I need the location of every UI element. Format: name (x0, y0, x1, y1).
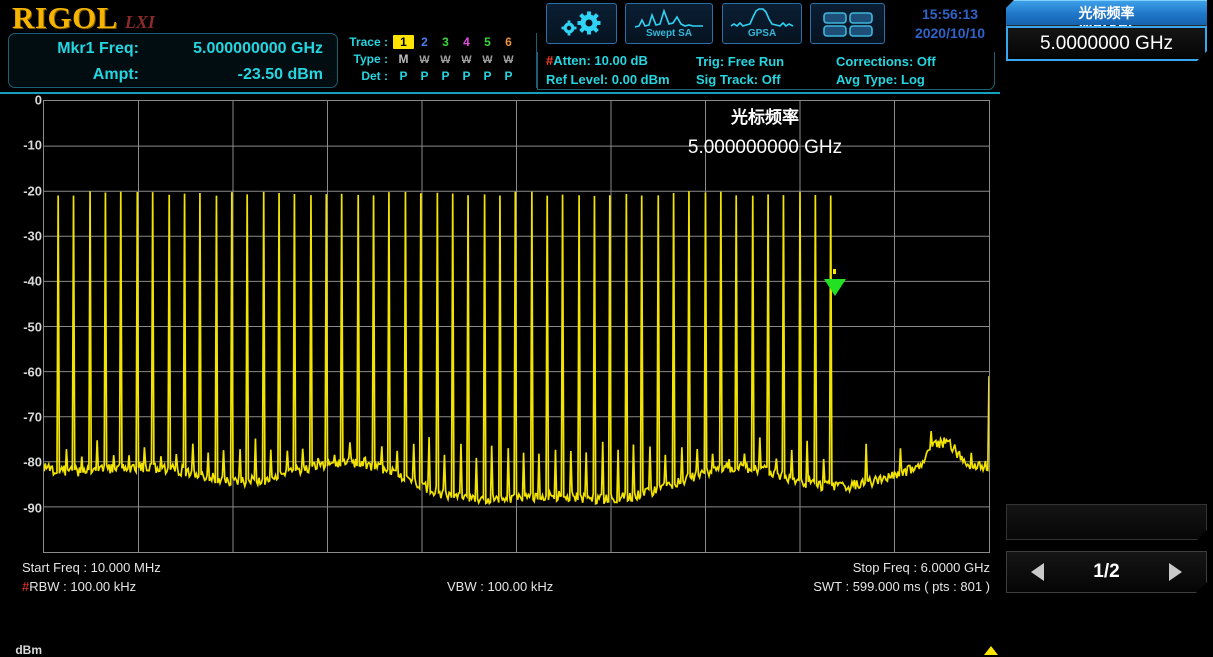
trace-row-label: Trace : (349, 35, 393, 49)
softkey-value-5[interactable]: 5.0000000 GHz (1006, 26, 1207, 61)
corrections-value: Corrections: Off (836, 54, 986, 69)
trace-type-1: M (393, 52, 414, 66)
det-row-label: Det : (349, 69, 393, 83)
marker-freq-value: 5.000000000 GHz (144, 40, 337, 58)
y-axis-unit-label: dBm (0, 643, 42, 657)
trace-num-2[interactable]: 2 (414, 35, 435, 49)
trace-type-6: W (503, 54, 513, 66)
marker-freq-label: Mkr1 Freq: (9, 40, 144, 58)
clock-date: 2020/10/10 (900, 24, 1000, 43)
trig-value: Trig: Free Run (696, 54, 836, 69)
y-tick--40: -40 (2, 274, 42, 289)
gpsa-label: GPSA (748, 29, 776, 39)
softkey-head-5: 光标频率 (1006, 0, 1207, 25)
vbw-value: VBW : 100.00 kHz (447, 579, 553, 594)
grid-view-button[interactable] (810, 3, 885, 44)
marker-ampt-label: Ampt: (9, 66, 144, 84)
y-tick--80: -80 (2, 455, 42, 470)
softkey-marker-frequency[interactable]: 光标频率 5.0000000 GHz (1006, 0, 1207, 61)
trace-det-2: P (414, 69, 435, 83)
status-row-2: Ref Level: 0.00 dBm Sig Track: Off Avg T… (538, 70, 994, 88)
type-row-label: Type : (349, 52, 393, 66)
trace-num-3[interactable]: 3 (435, 35, 456, 49)
y-tick--30: -30 (2, 228, 42, 243)
settings-gears-icon[interactable] (546, 3, 617, 44)
trace-number-row: Trace : 1 2 3 4 5 6 (345, 33, 536, 50)
trace-type-2: W (419, 54, 429, 66)
gpsa-bell-icon (729, 8, 795, 30)
trace-1-waveform (44, 101, 989, 552)
trace-det-6: P (498, 69, 519, 83)
marker-readout-panel: Mkr1 Freq: 5.000000000 GHz Ampt: -23.50 … (8, 33, 338, 88)
y-tick--50: -50 (2, 319, 42, 334)
trace-info-panel: Trace : 1 2 3 4 5 6 Type : M W W W W W D… (345, 33, 537, 88)
header-divider (0, 92, 1000, 94)
y-tick--10: -10 (2, 138, 42, 153)
gears-glyph (559, 11, 605, 37)
bottom-row-1: Start Freq : 10.000 MHz Stop Freq : 6.00… (0, 560, 1000, 579)
softkey-value-text-5: 5.0000000 GHz (1008, 33, 1205, 55)
y-tick--70: -70 (2, 410, 42, 425)
spectrum-plot-area: 0-10-20-30-40-50-60-70-80-90 dBm 光标频率 5.… (0, 95, 1000, 555)
trace-det-3: P (435, 69, 456, 83)
page-prev-icon[interactable] (1031, 563, 1044, 581)
marker-freq-row: Mkr1 Freq: 5.000000000 GHz (9, 36, 337, 62)
bottom-status-bar: Start Freq : 10.000 MHz Stop Freq : 6.00… (0, 560, 1000, 599)
rbw-value: RBW : 100.00 kHz (29, 579, 136, 594)
status-info-panel: #Atten: 10.00 dB Trig: Free Run Correcti… (537, 52, 995, 90)
trace-type-4: W (461, 54, 471, 66)
start-freq-value: Start Freq : 10.000 MHz (22, 560, 161, 575)
trace-type-5: W (482, 54, 492, 66)
trace-type-row: Type : M W W W W W (345, 50, 536, 67)
swt-value: SWT : 599.000 ms ( pts : 801 ) (813, 579, 990, 594)
lxi-badge: LXI (125, 12, 155, 33)
page-indicator: 1/2 (1093, 561, 1119, 583)
status-row-1: #Atten: 10.00 dB Trig: Free Run Correcti… (538, 52, 994, 70)
trace-num-1[interactable]: 1 (393, 35, 414, 49)
trace-det-5: P (477, 69, 498, 83)
page-next-icon[interactable] (1169, 563, 1182, 581)
avg-type-value: Avg Type: Log (836, 72, 986, 87)
sig-track-value: Sig Track: Off (696, 72, 836, 87)
trace-det-1: P (393, 69, 414, 83)
softkey-empty-slot (1006, 504, 1207, 540)
swept-sa-label: Swept SA (646, 29, 692, 39)
y-tick--60: -60 (2, 364, 42, 379)
marker-peak-dot (833, 269, 836, 274)
trace-det-row: Det : P P P P P P (345, 67, 536, 84)
marker-ampt-row: Ampt: -23.50 dBm (9, 62, 337, 88)
trace-num-4[interactable]: 4 (456, 35, 477, 49)
ref-level-value: Ref Level: 0.00 dBm (538, 72, 696, 87)
brand-name: RIGOL (12, 0, 118, 36)
grid-2x2-icon (821, 10, 875, 38)
swept-sa-button[interactable]: Swept SA (625, 3, 713, 44)
atten-value: Atten: 10.00 dB (553, 53, 648, 68)
menu-pager[interactable]: 1/2 (1006, 551, 1207, 593)
trace-det-4: P (456, 69, 477, 83)
stop-freq-value: Stop Freq : 6.0000 GHz (853, 560, 990, 575)
stop-freq-pointer-icon (984, 646, 998, 655)
gpsa-button[interactable]: GPSA (722, 3, 802, 44)
right-softkey-menu: Marker 选择光标 光标 1 ❯ 光标类型 常规 ❯ 参考光标 光标 2 ❯… (1000, 0, 1213, 599)
bottom-row-2: #RBW : 100.00 kHz VBW : 100.00 kHz SWT :… (0, 579, 1000, 598)
trace-num-5[interactable]: 5 (477, 35, 498, 49)
y-tick-0: 0 (2, 93, 42, 108)
swept-waveform-icon (633, 8, 705, 30)
y-tick--20: -20 (2, 183, 42, 198)
header-bar: RIGOL LXI (0, 0, 1000, 95)
plot-canvas[interactable] (43, 100, 990, 553)
marker-ampt-value: -23.50 dBm (144, 66, 337, 84)
y-axis: 0-10-20-30-40-50-60-70-80-90 (0, 100, 42, 553)
trace-num-6[interactable]: 6 (498, 35, 519, 49)
y-tick--90: -90 (2, 500, 42, 515)
trace-type-3: W (440, 54, 450, 66)
clock-time: 15:56:13 (900, 5, 1000, 24)
marker-triangle-icon[interactable] (824, 279, 846, 296)
rigol-logo: RIGOL LXI (12, 0, 155, 36)
clock: 15:56:13 2020/10/10 (900, 5, 1000, 43)
